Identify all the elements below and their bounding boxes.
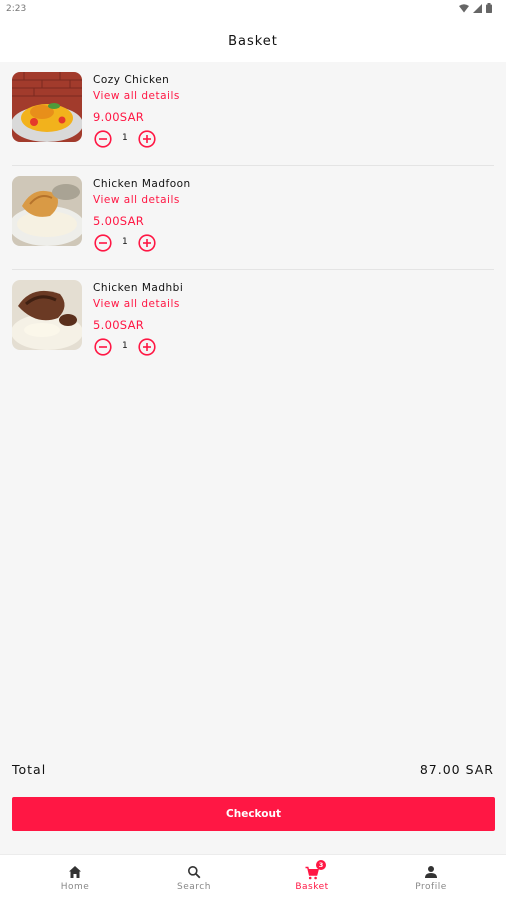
basket-item: Chicken Madfoon View all details 5.00SAR… [0,166,506,270]
item-price: 5.00SAR [93,214,145,228]
item-image [12,176,82,246]
plus-circle-icon [138,234,156,252]
quantity-value: 1 [122,341,128,351]
cart-icon: 3 [305,860,326,880]
nav-label: Basket [295,882,329,892]
plus-circle-icon [138,130,156,148]
plus-circle-icon [138,338,156,356]
wifi-icon [459,3,469,16]
total-value: 87.00 SAR [419,762,494,777]
status-bar: 2:23 [0,0,506,20]
minus-circle-icon [94,338,112,356]
decrease-quantity-button[interactable] [94,130,112,148]
signal-icon [473,3,482,16]
quantity-value: 1 [122,237,128,247]
checkout-button[interactable]: Checkout [12,797,495,831]
increase-quantity-button[interactable] [138,338,156,356]
bottom-navigation: Home Search 3 Basket Profile [0,854,506,901]
quantity-value: 1 [122,133,128,143]
view-details-link[interactable]: View all details [93,298,180,310]
home-icon [69,866,81,878]
minus-circle-icon [94,234,112,252]
item-name: Chicken Madhbi [93,282,184,294]
decrease-quantity-button[interactable] [94,234,112,252]
cart-count-badge: 3 [316,860,326,870]
nav-label: Profile [415,882,447,892]
item-image [12,280,82,350]
nav-label: Search [177,882,211,892]
item-price: 9.00SAR [93,110,145,124]
basket-item: Cozy Chicken View all details 9.00SAR 1 [0,62,506,166]
page-title: Basket [228,33,278,49]
item-name: Chicken Madfoon [93,178,191,190]
minus-circle-icon [94,130,112,148]
decrease-quantity-button[interactable] [94,338,112,356]
search-icon [188,866,201,879]
item-price: 5.00SAR [93,318,145,332]
increase-quantity-button[interactable] [138,234,156,252]
item-name: Cozy Chicken [93,74,170,86]
status-icons [459,3,492,16]
profile-icon [425,866,437,878]
view-details-link[interactable]: View all details [93,194,180,206]
item-image [12,72,82,142]
nav-profile[interactable]: Profile [368,855,494,901]
view-details-link[interactable]: View all details [93,90,180,102]
nav-label: Home [60,882,90,892]
nav-search[interactable]: Search [131,855,257,901]
total-label: Total [12,762,47,777]
basket-item: Chicken Madhbi View all details 5.00SAR … [0,270,506,374]
status-time: 2:23 [6,4,27,14]
nav-home[interactable]: Home [12,855,138,901]
nav-basket[interactable]: 3 Basket [249,855,375,901]
increase-quantity-button[interactable] [138,130,156,148]
battery-icon [486,3,492,16]
app-bar: Basket [0,20,506,62]
